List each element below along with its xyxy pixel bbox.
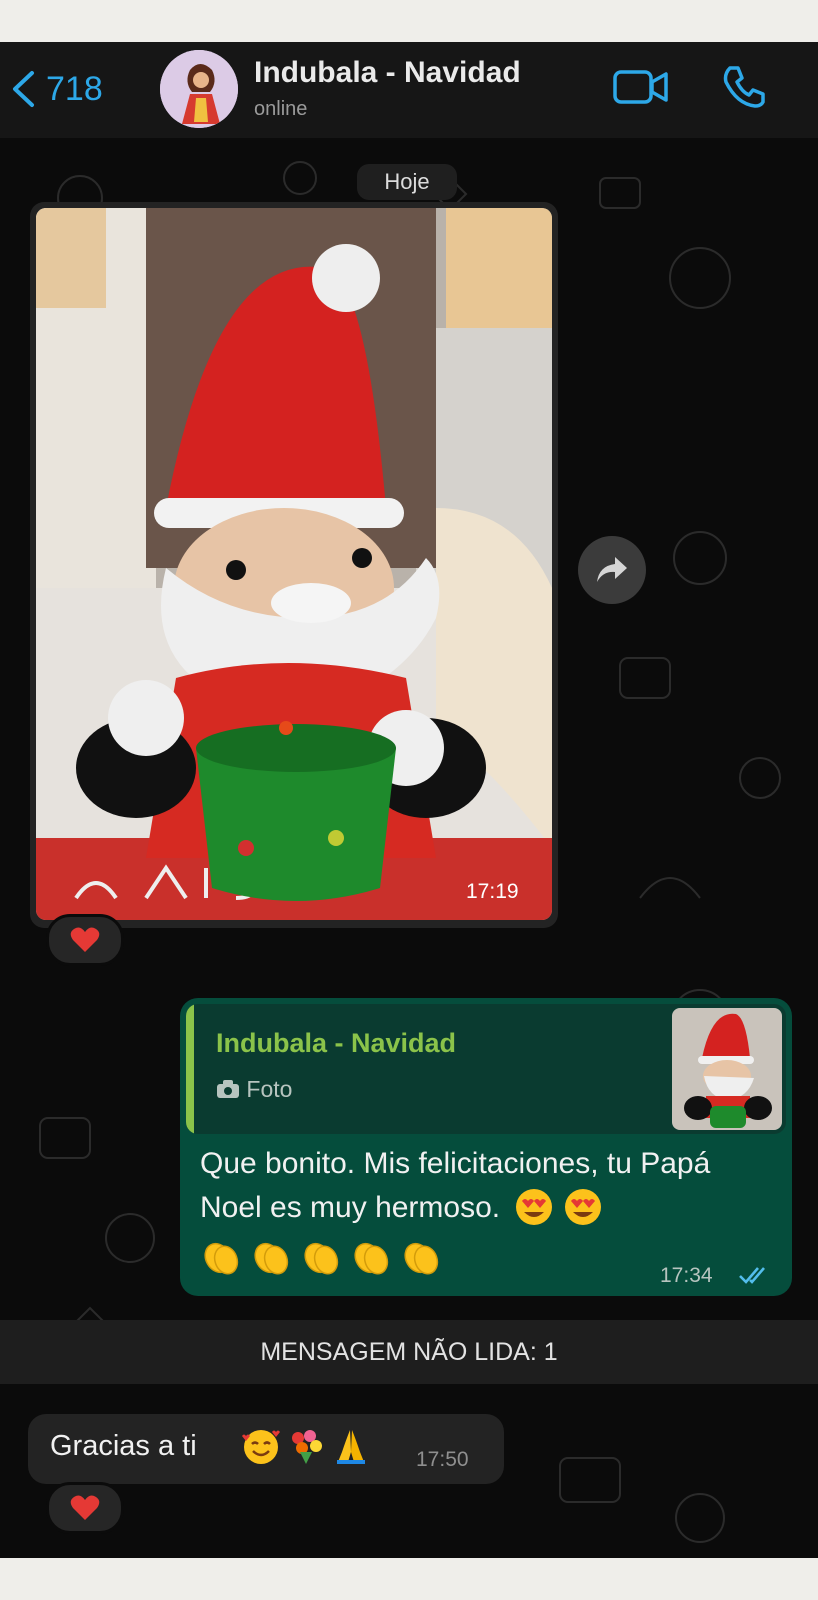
clapping-hands-emoji bbox=[204, 1242, 439, 1275]
contact-status: online bbox=[254, 98, 308, 120]
heart-icon bbox=[70, 927, 100, 952]
incoming-message-text: Gracias a ti bbox=[50, 1430, 197, 1462]
forward-arrow-icon bbox=[597, 557, 627, 582]
outgoing-message-text: Que bonito. Mis felicitaciones, tu Papá … bbox=[200, 1142, 770, 1230]
phone-icon bbox=[723, 66, 765, 108]
contact-name[interactable]: Indubala - Navidad bbox=[254, 56, 521, 90]
photo-message-time: 17:19 bbox=[466, 880, 519, 903]
bouquet-emoji bbox=[292, 1430, 323, 1464]
quoted-author: Indubala - Navidad bbox=[216, 1028, 457, 1058]
incoming-message-time: 17:50 bbox=[416, 1448, 469, 1471]
crochet-santa-thumbnail bbox=[672, 1008, 782, 1130]
back-button[interactable]: 718 bbox=[10, 66, 120, 112]
incoming-reaction-badge[interactable] bbox=[46, 1482, 124, 1534]
quoted-message[interactable]: Indubala - Navidad Foto bbox=[186, 1004, 786, 1134]
avatar-illustration bbox=[160, 50, 238, 128]
heart-icon bbox=[70, 1495, 100, 1520]
chat-header: 718 Indubala - Navidad online bbox=[0, 42, 818, 138]
video-call-button[interactable] bbox=[612, 66, 670, 113]
folded-hands-emoji bbox=[336, 1430, 365, 1464]
outgoing-message-time: 17:34 bbox=[660, 1264, 713, 1287]
smiling-face-with-hearts-emoji bbox=[242, 1430, 280, 1464]
crochet-santa-photo bbox=[36, 208, 552, 920]
video-camera-icon bbox=[613, 70, 668, 104]
quoted-type: Foto bbox=[216, 1076, 292, 1103]
chat-screen: 718 Indubala - Navidad online Hoje 17:19… bbox=[0, 42, 818, 1558]
unread-messages-banner: MENSAGEM NÃO LIDA: 1 bbox=[0, 1320, 818, 1384]
voice-call-button[interactable] bbox=[720, 64, 766, 115]
read-double-check-icon bbox=[739, 1267, 765, 1284]
heart-eyes-emoji bbox=[564, 1189, 601, 1225]
quote-accent-bar bbox=[186, 1004, 194, 1134]
quoted-photo-thumbnail bbox=[672, 1008, 782, 1130]
contact-avatar[interactable] bbox=[160, 50, 238, 128]
unread-chats-count: 718 bbox=[46, 69, 103, 108]
heart-eyes-emoji bbox=[516, 1189, 553, 1225]
camera-icon bbox=[217, 1080, 239, 1098]
incoming-message-emojis bbox=[240, 1426, 371, 1471]
forward-button[interactable] bbox=[578, 536, 646, 604]
clapping-hands-emojis bbox=[200, 1236, 440, 1281]
chevron-left-icon bbox=[13, 71, 34, 107]
photo-message-image[interactable] bbox=[36, 208, 552, 920]
quoted-type-label: Foto bbox=[246, 1076, 293, 1102]
photo-reaction-badge[interactable] bbox=[46, 914, 124, 966]
date-chip: Hoje bbox=[357, 164, 457, 200]
outgoing-message-body: Que bonito. Mis felicitaciones, tu Papá … bbox=[200, 1147, 711, 1224]
